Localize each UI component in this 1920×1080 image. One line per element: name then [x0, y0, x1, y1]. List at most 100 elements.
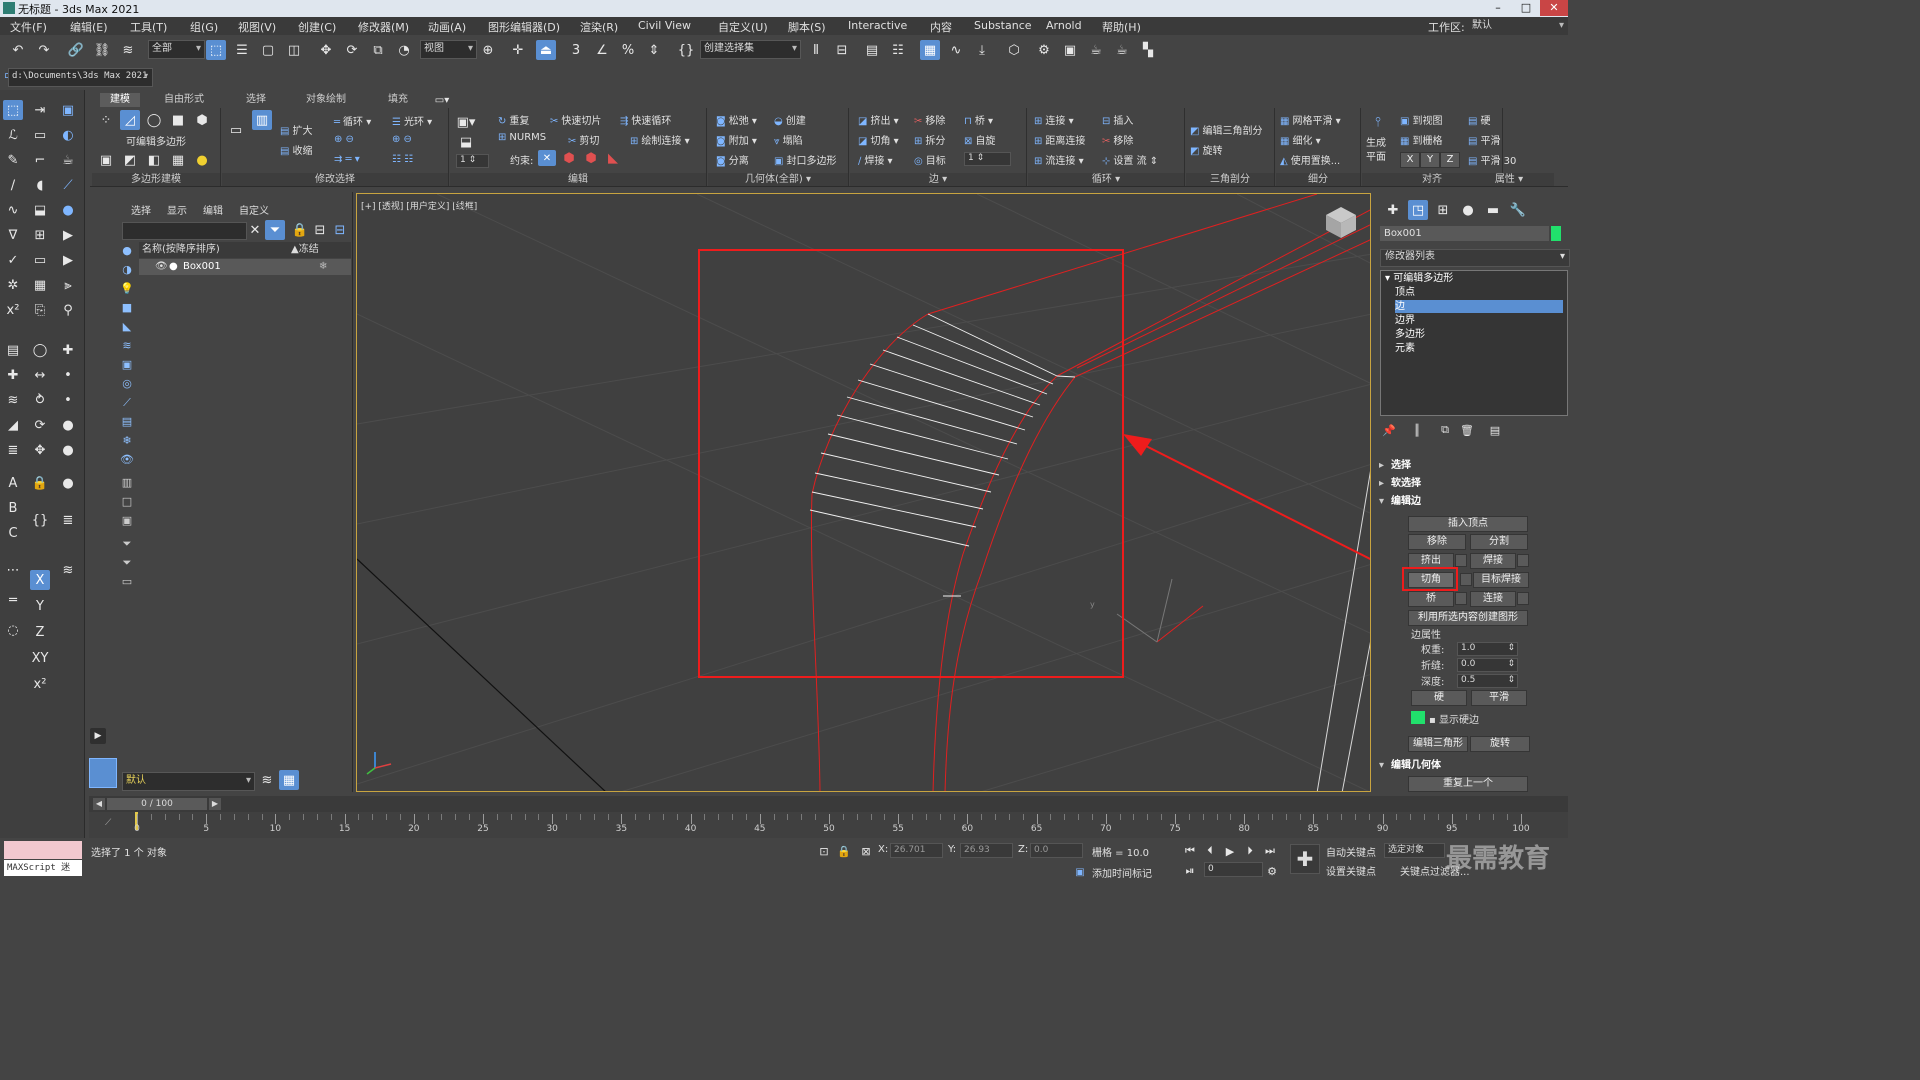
keyboard-shortcut-override-icon[interactable]: ⏏: [536, 40, 556, 60]
align-z-button[interactable]: Z: [1440, 152, 1460, 168]
align-icon[interactable]: ⊟: [832, 40, 852, 60]
filter-geometry-icon[interactable]: ●: [118, 244, 136, 260]
rendered-frame-window-icon[interactable]: ▣: [1060, 40, 1080, 60]
twist-tool-icon[interactable]: ⥁: [30, 390, 50, 410]
add-tool-icon[interactable]: ✚: [3, 365, 23, 385]
key-mode-icon[interactable]: ⏯: [1180, 861, 1200, 881]
paint-select-icon[interactable]: ℒ: [3, 125, 23, 145]
attach-button[interactable]: ◙ 附加 ▾: [716, 132, 757, 147]
bridge-button[interactable]: ⊓ 桥 ▾: [964, 112, 993, 127]
filter-cameras-icon[interactable]: ■: [118, 301, 136, 317]
relax-button[interactable]: ◙ 松弛 ▾: [716, 112, 757, 127]
constraint-xyz-icon[interactable]: ⋯: [3, 560, 23, 580]
motion-tab-icon[interactable]: ●: [1458, 200, 1478, 220]
menu-customize[interactable]: 自定义(U): [718, 19, 768, 35]
explorer-search-input[interactable]: [122, 222, 247, 240]
distance-connect-button[interactable]: ⊞ 距离连接: [1034, 132, 1085, 147]
text-a-icon[interactable]: A: [3, 473, 23, 493]
show-end-result-icon[interactable]: ●: [192, 150, 212, 170]
explorer-options-icon[interactable]: ⊟: [310, 220, 330, 240]
play-icon[interactable]: ▶: [1220, 841, 1240, 861]
turn-edge-button[interactable]: 旋转: [1470, 736, 1530, 752]
show-hard-edges-checkbox[interactable]: ▪ 显示硬边: [1429, 711, 1479, 726]
make-unique-icon[interactable]: ⧉: [1435, 420, 1455, 440]
menu-view[interactable]: 视图(V): [238, 19, 276, 35]
brush-icon[interactable]: ⌐: [30, 150, 50, 170]
mirror-icon[interactable]: ⫴: [806, 40, 826, 60]
viewport-layout-icon[interactable]: ▣: [58, 100, 78, 120]
nurms-button[interactable]: ⊞ NURMS: [498, 132, 546, 143]
pick-tool-icon[interactable]: ✓: [3, 250, 23, 270]
sphere-tool-icon[interactable]: ●: [58, 200, 78, 220]
col-frozen[interactable]: ▲冻结: [291, 242, 319, 258]
properties-title[interactable]: 属性 ▾: [1464, 173, 1554, 186]
align-y-button[interactable]: Y: [1420, 152, 1440, 168]
filter-helpers-icon[interactable]: ◣: [118, 320, 136, 336]
lasso-icon[interactable]: ✎: [3, 150, 23, 170]
edge-mode-icon[interactable]: ◿: [120, 110, 140, 130]
extrude-button[interactable]: ◪ 挤出 ▾: [858, 112, 899, 127]
connect-button[interactable]: ⊞ 连接 ▾: [1034, 112, 1074, 127]
weld-edge-button[interactable]: 焊接: [1470, 553, 1516, 569]
filter-frozen-icon[interactable]: ❄: [118, 434, 136, 450]
constraint-y-icon[interactable]: Y: [30, 596, 50, 616]
repeat-last-button[interactable]: 重复上一个: [1408, 776, 1528, 792]
paint-tool-icon[interactable]: ◢: [3, 415, 23, 435]
lock-icon[interactable]: 🔒: [30, 473, 50, 493]
go-to-end-icon[interactable]: ⏭: [1260, 841, 1280, 861]
vertex-weld-icon[interactable]: ∇: [3, 225, 23, 245]
strip-tool-icon[interactable]: ⫸: [58, 275, 78, 295]
grow-button[interactable]: ▤ 扩大: [280, 122, 312, 137]
region-select-icon[interactable]: ▢: [258, 40, 278, 60]
show-end-result-icon[interactable]: ║: [1407, 420, 1427, 440]
menu-civil-view[interactable]: Civil View: [638, 19, 691, 32]
menu-interactive[interactable]: Interactive: [848, 19, 907, 32]
filter-funnel-icon[interactable]: ⏷: [118, 537, 136, 553]
visibility-eye-icon[interactable]: 👁: [155, 259, 168, 275]
filter-xrefs-icon[interactable]: ◎: [118, 377, 136, 393]
menu-file[interactable]: 文件(F): [10, 19, 47, 35]
explorer-tab-display[interactable]: 显示: [167, 202, 187, 217]
loops-title[interactable]: 循环 ▾: [1028, 173, 1184, 186]
selection-filter-dropdown[interactable]: 全部: [148, 40, 205, 59]
filter-all-icon[interactable]: ▥: [118, 476, 136, 492]
menu-graph-editors[interactable]: 图形编辑器(D): [488, 19, 560, 35]
stack-item-polygon[interactable]: 多边形: [1395, 328, 1561, 341]
bridge-settings-button[interactable]: [1455, 592, 1467, 605]
rollout-edit-geometry[interactable]: ▾ 编辑几何体: [1379, 758, 1565, 774]
pin-tool-icon[interactable]: ⚲: [58, 300, 78, 320]
orb-tool-icon[interactable]: ●: [58, 440, 78, 460]
menu-content[interactable]: 内容: [930, 19, 952, 35]
shape-icon[interactable]: ◐: [58, 125, 78, 145]
spinner-snap-icon[interactable]: ⇕: [644, 40, 664, 60]
repeat-button[interactable]: ↻ 重复: [498, 112, 529, 127]
y-coord-field[interactable]: 26.93: [960, 843, 1013, 858]
stack-tool-icon[interactable]: ▤: [3, 340, 23, 360]
time-slider-thumb[interactable]: 0 / 100: [107, 798, 207, 810]
prev-frame-icon[interactable]: ⏴: [1200, 841, 1220, 861]
rollout-selection[interactable]: ▸ 选择: [1379, 458, 1565, 474]
vertex-mode-icon[interactable]: ⁘: [96, 110, 116, 130]
link-icon[interactable]: 🔗: [66, 40, 86, 60]
insert-vertex-button[interactable]: 插入顶点: [1408, 516, 1528, 532]
polygon-modeling-title[interactable]: 多边形建模: [92, 173, 220, 186]
extrude-tool-icon[interactable]: ⬓: [30, 200, 50, 220]
sphere-icon[interactable]: ●: [58, 473, 78, 493]
split-edge-button[interactable]: 分割: [1470, 534, 1528, 550]
plane-stack-icon[interactable]: ≋: [58, 560, 78, 580]
explorer-tab-customize[interactable]: 自定义: [239, 202, 269, 217]
to-grid-button[interactable]: ▦ 到栅格: [1400, 132, 1442, 147]
chamfer-settings-button[interactable]: [1460, 573, 1472, 586]
create-panel-icon[interactable]: ⇥: [30, 100, 50, 120]
quickloop-button[interactable]: ⇶ 快速循环: [620, 112, 671, 127]
circle-tool-icon[interactable]: ◯: [30, 340, 50, 360]
edit-spinner[interactable]: 1 ⇕: [456, 154, 489, 168]
object-name-field[interactable]: Box001: [1380, 226, 1549, 241]
frozen-snowflake-icon[interactable]: ❄: [319, 259, 327, 275]
filter-invert-icon[interactable]: ▣: [118, 514, 136, 530]
constraint-none-icon[interactable]: ✕: [538, 150, 556, 166]
stack-item-edge[interactable]: 边: [1395, 300, 1563, 313]
hierarchy-tab-icon[interactable]: ⊞: [1433, 200, 1453, 220]
flow-connect-button[interactable]: ⊞ 流连接 ▾: [1034, 152, 1084, 167]
material-editor-icon[interactable]: ⬡: [1004, 40, 1024, 60]
